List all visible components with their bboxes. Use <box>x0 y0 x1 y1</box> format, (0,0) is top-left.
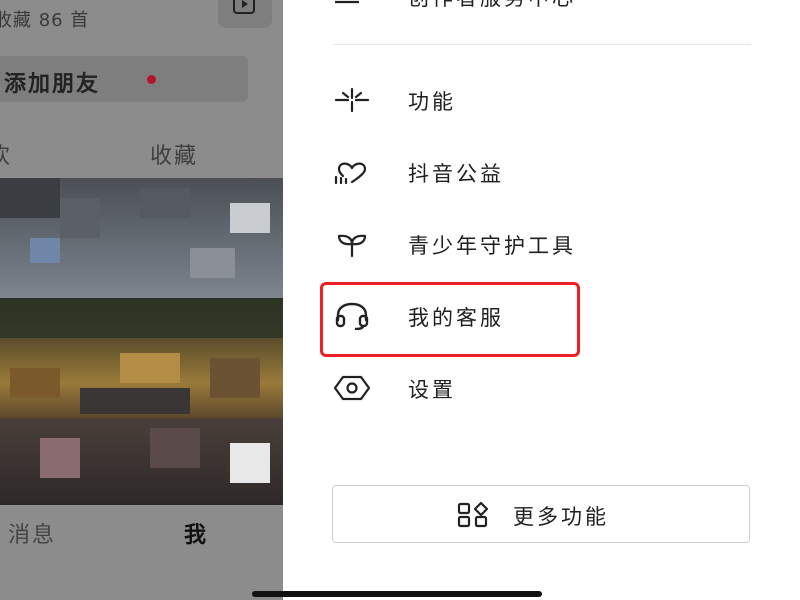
sprout-icon <box>337 234 367 258</box>
nav-messages[interactable]: 消息 <box>8 517 56 549</box>
favorites-count: 收藏 86 首 <box>0 10 90 31</box>
menu-item-features[interactable]: 功能 <box>333 76 693 124</box>
menu-item-label: 创作者服务中心 <box>408 0 576 12</box>
add-friend-label: 添加朋友 <box>4 72 101 97</box>
menu-item-label: 功能 <box>408 90 456 114</box>
menu-item-teen-protection[interactable]: 青少年守护工具 <box>333 220 693 268</box>
menu-item-charity[interactable]: 抖音公益 <box>333 148 693 196</box>
add-friend-button[interactable]: 添加朋友 <box>0 56 248 102</box>
heart-hands-icon <box>334 162 367 185</box>
more-features-button[interactable]: 更多功能 <box>332 485 750 543</box>
play-list-button[interactable] <box>218 0 272 28</box>
profile-background: 收藏 86 首 添加朋友 欢 收藏 消息 我 <box>0 0 283 600</box>
menu-item-label: 青少年守护工具 <box>408 234 576 258</box>
play-icon <box>233 0 255 14</box>
menu-item-label: 设置 <box>408 378 456 402</box>
tab-favorites[interactable]: 收藏 <box>150 138 198 170</box>
nav-me[interactable]: 我 <box>184 517 206 549</box>
menu-item-label: 抖音公益 <box>408 162 504 186</box>
home-indicator <box>252 591 542 597</box>
video-thumbnail[interactable] <box>0 178 283 505</box>
notification-dot <box>147 75 156 84</box>
menu-item-settings[interactable]: 设置 <box>333 364 693 412</box>
hexagon-eye-icon <box>333 375 371 401</box>
list-icon <box>335 0 359 4</box>
sparkle-icon <box>334 87 370 113</box>
grid-icon <box>457 502 489 528</box>
tab-likes[interactable]: 欢 <box>0 138 10 170</box>
more-features-label: 更多功能 <box>513 505 609 529</box>
divider <box>333 44 751 45</box>
highlight-annotation <box>320 282 580 357</box>
